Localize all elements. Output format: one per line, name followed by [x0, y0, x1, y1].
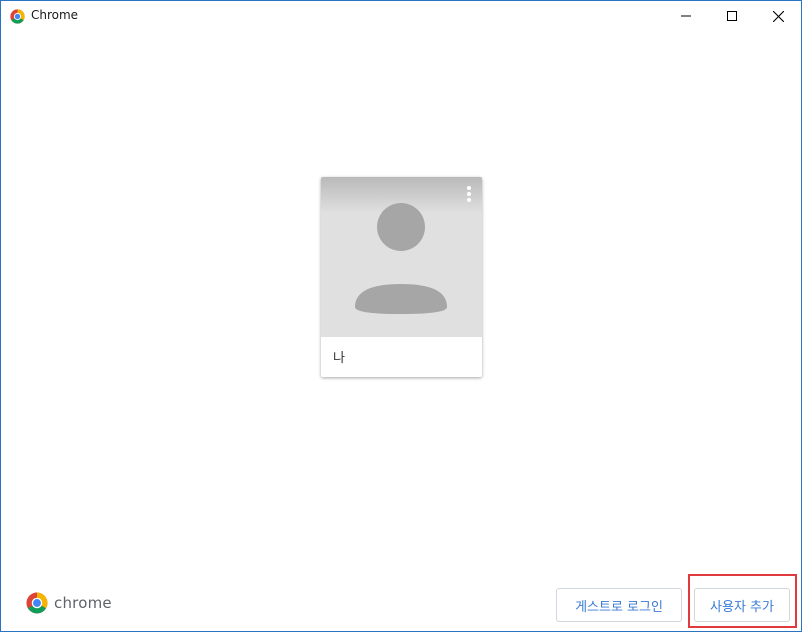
minimize-icon [681, 15, 691, 17]
close-button[interactable] [755, 1, 801, 31]
minimize-button[interactable] [663, 1, 709, 31]
profile-card[interactable]: 나 [321, 177, 482, 377]
guest-login-button[interactable]: 게스트로 로그인 [556, 588, 682, 622]
more-vert-icon [467, 198, 471, 202]
profile-menu-button[interactable] [461, 183, 477, 205]
more-vert-icon [467, 186, 471, 190]
maximize-icon [727, 11, 737, 21]
maximize-button[interactable] [709, 1, 755, 31]
window-title: Chrome [31, 8, 79, 22]
chrome-icon [10, 9, 25, 24]
title-bar[interactable]: Chrome [1, 1, 801, 31]
chrome-profile-window: Chrome 나 chrome 게스트로 로그인 사용자 추가 [0, 0, 802, 632]
person-avatar-icon [355, 203, 447, 314]
highlight-box [688, 574, 797, 628]
close-icon [772, 10, 784, 22]
more-vert-icon [467, 192, 471, 196]
chrome-logo-icon [26, 592, 48, 614]
profile-name: 나 [333, 351, 345, 366]
chrome-wordmark: chrome [54, 594, 112, 612]
avatar [321, 177, 482, 337]
